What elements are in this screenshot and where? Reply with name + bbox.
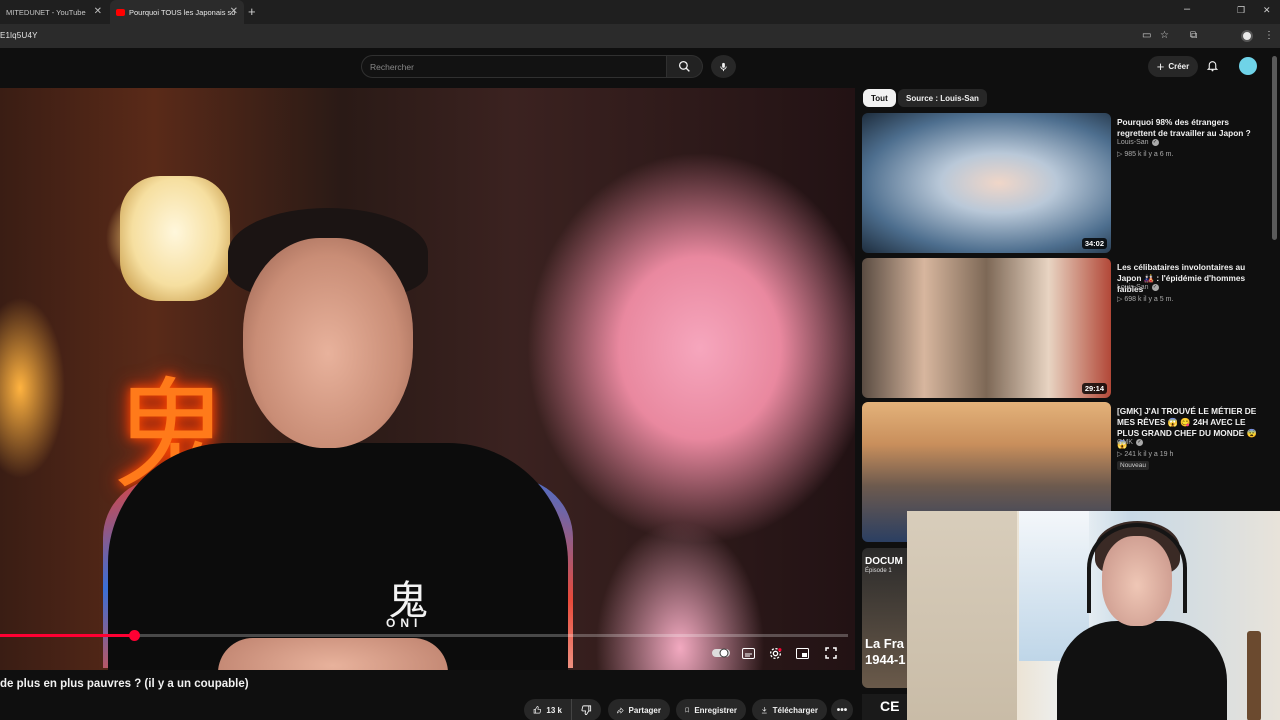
microphone-icon [720,62,727,71]
settings-button[interactable] [769,646,782,660]
miniplayer-button[interactable] [796,646,809,660]
like-count: 13 k [546,705,562,715]
video-thumbnail[interactable]: 29:14 [862,258,1111,398]
fullscreen-button[interactable] [825,646,837,660]
channel-label: GMK [1117,439,1133,446]
thumbs-down-icon [581,705,592,716]
subtitles-button[interactable] [742,646,755,660]
chip-source[interactable]: Source : Louis-San [898,89,987,107]
webcam-overlay [907,511,1280,720]
video-player[interactable]: 鬼 鬼 ONI [0,88,855,670]
shirt-word: ONI [386,616,423,630]
new-tab-icon[interactable]: + [248,4,256,19]
more-menu-icon[interactable]: ⋮ [1264,30,1274,41]
search-input[interactable]: Rechercher [361,55,667,78]
miniplayer-icon [796,647,809,659]
verified-icon: ✓ [1151,139,1159,146]
presenter: 鬼 ONI [103,208,573,670]
search-button[interactable] [667,55,703,78]
bell-icon [1206,61,1219,72]
url-field[interactable]: E1lq5U4Y [0,31,38,40]
duration-badge: 34:02 [1081,238,1107,249]
verified-icon: ✓ [1135,439,1143,446]
dislike-button[interactable] [571,699,601,720]
webcam-background-door [907,511,1017,720]
download-icon [761,706,767,714]
close-icon[interactable]: ✕ [94,6,102,17]
profile-avatar[interactable] [1241,30,1253,42]
bookmark-star-icon[interactable]: ☆ [1160,30,1169,41]
page-scrollbar[interactable] [1272,56,1277,240]
progress-played [0,634,134,637]
headset-icon [1087,523,1187,613]
bookmark-icon [685,707,689,713]
thumbs-up-icon [533,706,542,714]
voice-search-button[interactable] [711,55,736,78]
verified-icon: ✓ [1151,284,1159,291]
recommendation-item[interactable]: 29:14 Les célibataires involontaires au … [862,258,1272,398]
more-horizontal-icon: ••• [836,704,848,716]
extensions-icon[interactable]: ⧉ [1190,30,1197,41]
fullscreen-icon [825,647,837,659]
channel-name[interactable]: GMK ✓ [1117,439,1143,446]
new-badge: Nouveau [1117,461,1150,470]
chip-all[interactable]: Tout [863,89,896,107]
video-meta: ▷ 698 k il y a 5 m. [1117,296,1174,303]
gear-icon [769,647,782,659]
video-thumbnail-partial[interactable]: DOCUM Épisode 1 La Fra 1944-1 [862,548,907,688]
youtube-favicon-icon [116,8,125,16]
browser-tabstrip: MITEDUNET - YouTube ✕ Pourquoi TOUS les … [0,0,1280,24]
tab-title: Pourquoi TOUS les Japonais so [129,7,236,17]
share-label: Partager [628,705,661,715]
autoplay-toggle[interactable] [712,646,730,660]
channel-label: Louis-San [1117,284,1149,291]
streamer [1057,521,1227,720]
restore-icon[interactable]: ❐ [1237,5,1245,16]
video-meta: ▷ 985 k il y a 6 m. [1117,151,1174,158]
download-label: Télécharger [772,705,818,715]
browser-tab-active[interactable]: Pourquoi TOUS les Japonais so ✕ [110,0,244,24]
progress-scrubber[interactable] [128,630,140,641]
save-label: Enregistrer [694,705,737,715]
channel-name[interactable]: Louis-San ✓ [1117,139,1159,146]
channel-name[interactable]: Louis-San ✓ [1117,284,1159,291]
recommendation-item[interactable]: 34:02 Pourquoi 98% des étrangers regrett… [862,113,1272,253]
recommendation-title[interactable]: Pourquoi 98% des étrangers regrettent de… [1117,117,1267,139]
search-placeholder: Rechercher [370,62,414,72]
video-thumbnail[interactable]: 34:02 [862,113,1111,253]
create-label: Créer [1168,62,1190,71]
account-avatar[interactable] [1239,57,1257,75]
address-bar: E1lq5U4Y ▭ ☆ ⧉ ⋮ [0,24,1280,48]
subtitles-icon [742,647,755,659]
share-button[interactable]: Partager [608,699,670,720]
download-button[interactable]: Télécharger [752,699,827,720]
video-thumbnail-partial[interactable]: CE [862,694,907,720]
window-close-icon[interactable]: ✕ [1263,5,1271,16]
presenter-hands [218,638,448,670]
video-title: de plus en plus pauvres ? (il y a un cou… [0,678,249,690]
like-button[interactable]: 13 k [524,699,571,720]
webcam-guitar [1247,631,1261,720]
tab-title: MITEDUNET - YouTube [6,7,86,17]
browser-tab-inactive[interactable]: MITEDUNET - YouTube ✕ [0,0,108,24]
autoplay-toggle-icon [712,648,730,658]
streamer-shirt [1057,621,1227,720]
create-button[interactable]: + Créer [1148,56,1198,77]
thumbnail-text: Épisode 1 [865,568,892,574]
notifications-button[interactable] [1206,58,1219,78]
thumbnail-text: DOCUM [865,556,903,567]
share-icon [617,706,624,714]
minimize-icon[interactable]: – [1184,3,1190,15]
video-meta: ▷ 241 k il y a 19 h [1117,451,1174,458]
presenter-face [243,238,413,448]
duration-badge: 29:14 [1081,383,1107,394]
plus-icon: + [1156,59,1165,74]
search-icon [678,60,690,72]
save-button[interactable]: Enregistrer [676,699,746,720]
thumbnail-text: La Fra 1944-1 [865,636,906,667]
more-actions-button[interactable]: ••• [831,699,853,720]
close-icon[interactable]: ✕ [230,6,238,17]
cast-icon[interactable]: ▭ [1142,30,1151,41]
channel-label: Louis-San [1117,139,1149,146]
